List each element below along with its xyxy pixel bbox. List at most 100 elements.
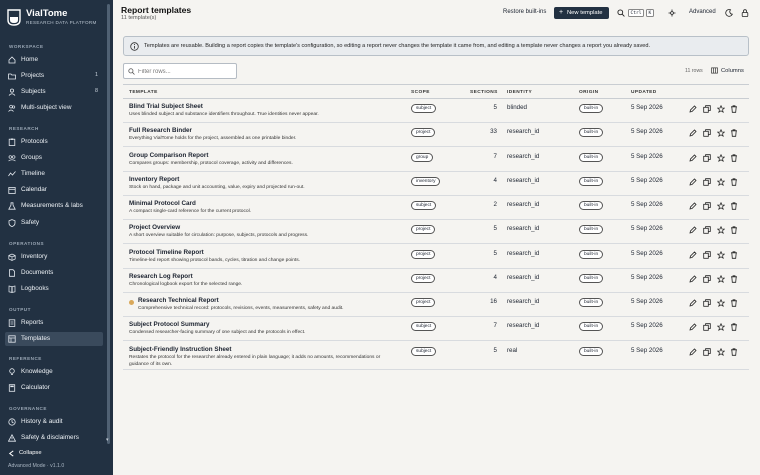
sidebar-item-inventory[interactable]: Inventory <box>5 250 103 264</box>
sidebar-item-documents[interactable]: Documents <box>5 266 103 280</box>
filter-input[interactable] <box>138 67 234 76</box>
template-name[interactable]: Project Overview <box>129 224 180 231</box>
duplicate-icon[interactable] <box>703 129 711 137</box>
duplicate-icon[interactable] <box>703 153 711 162</box>
duplicate-icon[interactable] <box>703 299 711 307</box>
duplicate-icon[interactable] <box>703 105 711 113</box>
delete-icon[interactable] <box>730 323 738 331</box>
template-name[interactable]: Group Comparison Report <box>129 152 208 159</box>
star-icon[interactable] <box>717 177 725 186</box>
template-name[interactable]: Blind Trial Subject Sheet <box>129 103 203 110</box>
col-identity[interactable]: IDENTITY <box>507 90 532 95</box>
lock-icon[interactable] <box>741 9 749 17</box>
delete-icon[interactable] <box>730 250 738 259</box>
edit-icon[interactable] <box>689 250 697 259</box>
table-row[interactable]: Blind Trial Subject Sheet Uses blinded su… <box>123 99 749 123</box>
sidebar-item-subjects[interactable]: Subjects 8 <box>5 85 103 99</box>
col-origin[interactable]: ORIGIN <box>579 90 598 95</box>
restore-builtins-button[interactable]: Restore built-ins <box>503 9 546 15</box>
delete-icon[interactable] <box>730 178 738 186</box>
edit-icon[interactable] <box>689 323 697 331</box>
table-row[interactable]: Group Comparison Report Compares groups: … <box>123 148 749 172</box>
col-updated[interactable]: UPDATED <box>631 90 657 95</box>
star-icon[interactable] <box>717 274 725 283</box>
table-row[interactable]: Protocol Timeline Report Timeline-led rep… <box>123 245 749 269</box>
table-row[interactable]: Full Research Binder Everything VialTome … <box>123 123 749 148</box>
edit-icon[interactable] <box>689 299 697 307</box>
star-icon[interactable] <box>717 226 725 235</box>
edit-icon[interactable] <box>689 153 697 162</box>
template-name[interactable]: Protocol Timeline Report <box>129 249 204 256</box>
sidebar-item-home[interactable]: Home <box>5 53 103 67</box>
star-icon[interactable] <box>717 250 725 259</box>
sidebar-item-timeline[interactable]: Timeline <box>5 167 103 181</box>
table-row[interactable]: Research Log Report Chronological logbook… <box>123 269 749 293</box>
pin-icon[interactable] <box>668 9 676 17</box>
star-icon[interactable] <box>717 202 725 210</box>
template-name[interactable]: Inventory Report <box>129 176 179 183</box>
delete-icon[interactable] <box>730 347 738 356</box>
table-row[interactable]: Subject Protocol Summary Condensed resear… <box>123 317 749 342</box>
template-name[interactable]: Subject Protocol Summary <box>129 321 209 328</box>
sidebar-item-history-audit[interactable]: History & audit <box>5 415 103 429</box>
delete-icon[interactable] <box>730 105 738 113</box>
star-icon[interactable] <box>717 129 725 138</box>
sidebar-item-reports[interactable]: Reports <box>5 316 103 330</box>
star-icon[interactable] <box>717 299 725 307</box>
scroll-down-icon[interactable]: ▾ <box>106 437 109 443</box>
sidebar-item-templates[interactable]: Templates <box>5 332 103 346</box>
template-name[interactable]: Research Log Report <box>129 273 193 280</box>
duplicate-icon[interactable] <box>703 178 711 186</box>
theme-icon[interactable] <box>725 9 733 17</box>
sidebar-item-groups[interactable]: Groups <box>5 151 103 165</box>
col-scope[interactable]: SCOPE <box>411 90 430 95</box>
sidebar-item-safety-disclaimers[interactable]: Safety & disclaimers <box>5 431 103 445</box>
delete-icon[interactable] <box>730 275 738 283</box>
sidebar-item-protocols[interactable]: Protocols <box>5 135 103 149</box>
sidebar-item-measurements-labs[interactable]: Measurements & labs <box>5 199 103 213</box>
edit-icon[interactable] <box>689 275 697 283</box>
table-row[interactable]: Project Overview A short overview suitabl… <box>123 220 749 245</box>
duplicate-icon[interactable] <box>703 226 711 234</box>
table-row[interactable]: Subject-Friendly Instruction Sheet Restat… <box>123 342 749 370</box>
sidebar-item-logbooks[interactable]: Logbooks <box>5 282 103 296</box>
duplicate-icon[interactable] <box>703 275 711 283</box>
sidebar-item-projects[interactable]: Projects 1 <box>5 69 103 83</box>
edit-icon[interactable] <box>689 178 697 186</box>
template-name[interactable]: Research Technical Report <box>138 297 219 304</box>
filter-field[interactable] <box>123 63 237 79</box>
new-template-button[interactable]: + New template <box>554 7 609 19</box>
duplicate-icon[interactable] <box>703 250 711 259</box>
star-icon[interactable] <box>717 347 725 356</box>
search-icon[interactable] <box>617 9 625 17</box>
star-icon[interactable] <box>717 323 725 332</box>
sidebar-item-safety[interactable]: Safety <box>5 216 103 230</box>
template-name[interactable]: Minimal Protocol Card <box>129 200 196 207</box>
delete-icon[interactable] <box>730 299 738 307</box>
edit-icon[interactable] <box>689 129 697 137</box>
sidebar-scrollbar[interactable] <box>107 4 110 444</box>
col-sections[interactable]: SECTIONS <box>470 90 498 95</box>
delete-icon[interactable] <box>730 129 738 137</box>
edit-icon[interactable] <box>689 202 697 210</box>
edit-icon[interactable] <box>689 226 697 234</box>
edit-icon[interactable] <box>689 105 697 113</box>
star-icon[interactable] <box>717 105 725 113</box>
delete-icon[interactable] <box>730 226 738 234</box>
delete-icon[interactable] <box>730 153 738 162</box>
sidebar-item-multi-subject-view[interactable]: Multi-subject view <box>5 101 103 115</box>
sidebar-item-knowledge[interactable]: Knowledge <box>5 365 103 379</box>
sidebar-item-calculator[interactable]: Calculator <box>5 381 103 395</box>
template-name[interactable]: Full Research Binder <box>129 127 192 134</box>
delete-icon[interactable] <box>730 202 738 210</box>
table-row[interactable]: Research Technical Report Comprehensive t… <box>123 293 749 317</box>
edit-icon[interactable] <box>689 347 697 356</box>
duplicate-icon[interactable] <box>703 323 711 331</box>
col-template[interactable]: TEMPLATE <box>129 90 158 95</box>
table-row[interactable]: Minimal Protocol Card A compact single-ca… <box>123 196 749 220</box>
table-row[interactable]: Inventory Report Stock on hand, package a… <box>123 172 749 196</box>
duplicate-icon[interactable] <box>703 202 711 210</box>
star-icon[interactable] <box>717 153 725 162</box>
duplicate-icon[interactable] <box>703 347 711 356</box>
advanced-toggle[interactable]: Advanced <box>689 9 716 15</box>
